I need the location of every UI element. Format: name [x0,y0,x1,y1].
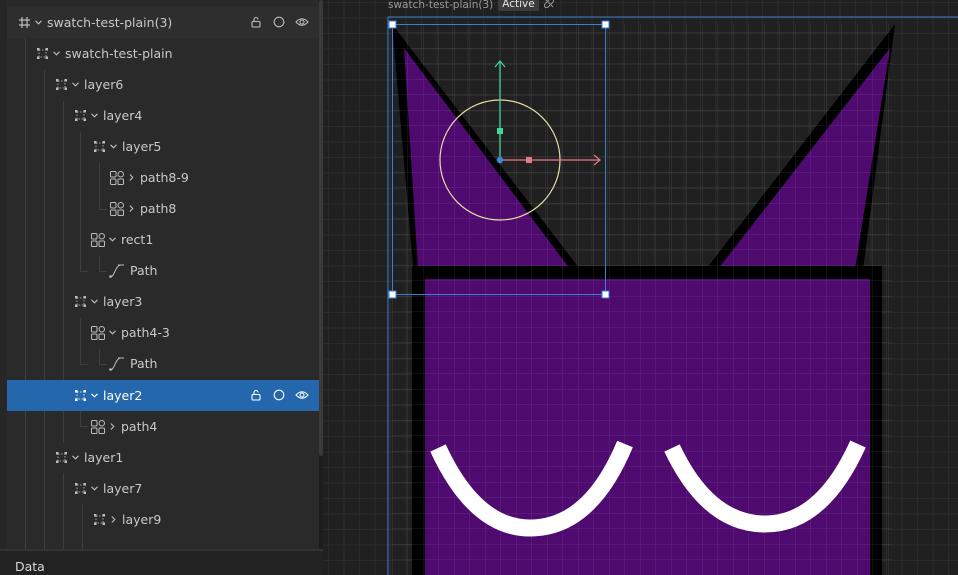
resize-handle-top-left[interactable] [388,20,397,29]
pivot-point[interactable] [496,156,504,164]
resize-handle-bottom-left[interactable] [388,290,397,299]
x-scale-handle[interactable] [526,157,532,163]
y-scale-handle[interactable] [497,128,503,134]
resize-handle-top-right[interactable] [601,20,610,29]
resize-handle-bottom-right[interactable] [601,290,610,299]
artwork-layer [387,16,958,575]
